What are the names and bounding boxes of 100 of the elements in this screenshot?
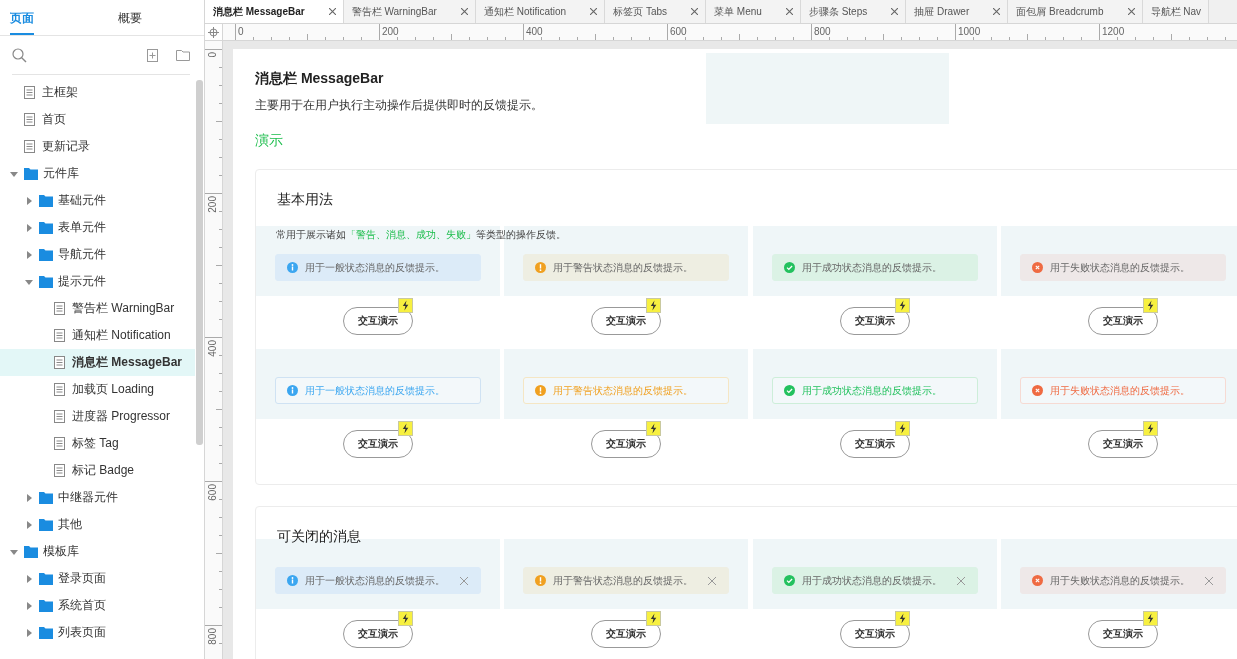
info-icon (287, 575, 298, 586)
tree-item[interactable]: 主框架 (0, 79, 195, 106)
close-icon[interactable] (691, 8, 699, 15)
demo-button[interactable]: 交互演示 (591, 307, 662, 335)
tree-item[interactable]: 导航元件 (0, 241, 195, 268)
tree-item[interactable]: 加载页 Loading (0, 376, 195, 403)
close-icon[interactable] (328, 8, 336, 15)
page-icon (24, 86, 35, 99)
tree-item[interactable]: 列表页面 (0, 619, 195, 646)
close-icon[interactable] (1204, 576, 1213, 585)
tree-item[interactable]: 消息栏 MessageBar (0, 349, 195, 376)
document-tab[interactable]: 消息栏 MessageBar (205, 0, 344, 23)
close-icon[interactable] (785, 8, 793, 15)
caret-icon[interactable] (25, 196, 33, 205)
caret-icon[interactable] (25, 250, 33, 259)
folder-icon (39, 491, 53, 504)
demo-button[interactable]: 交互演示 (839, 620, 910, 648)
section-heading: 演示 (255, 131, 284, 149)
demo-button[interactable]: 交互演示 (591, 430, 662, 458)
close-icon[interactable] (460, 8, 468, 15)
tab-label: 消息栏 MessageBar (213, 4, 305, 19)
close-icon[interactable] (1127, 8, 1135, 15)
sidebar-tab[interactable]: 页面 (10, 10, 34, 35)
ruler-label: 0 (238, 26, 244, 37)
crosshair-icon[interactable] (208, 26, 219, 38)
lightning-icon (1142, 611, 1158, 626)
tree-item[interactable]: 中继器元件 (0, 484, 195, 511)
message-text: 用于失败状态消息的反馈提示。 (1049, 573, 1190, 588)
close-icon[interactable] (891, 8, 899, 15)
tab-label: 步骤条 Steps (808, 4, 868, 19)
tree-item[interactable]: 标签 Tag (0, 430, 195, 457)
caret-icon[interactable] (25, 493, 33, 502)
scrollbar[interactable] (196, 80, 203, 445)
close-icon[interactable] (590, 8, 598, 15)
ruler-label: 0 (207, 52, 218, 58)
page-icon (54, 410, 65, 423)
lightning-icon (646, 421, 662, 436)
tab-label: 导航栏 Nav (1150, 4, 1202, 19)
tree-item[interactable]: 提示元件 (0, 268, 195, 295)
caret-icon[interactable] (25, 628, 33, 637)
folder-icon (39, 572, 53, 585)
lightning-icon (894, 421, 910, 436)
demo-button[interactable]: 交互演示 (839, 430, 910, 458)
close-icon[interactable] (956, 576, 965, 585)
caret-icon[interactable] (25, 601, 33, 610)
tree-item[interactable]: 模板库 (0, 538, 195, 565)
message-text: 用于一般状态消息的反馈提示。 (305, 260, 445, 275)
caret-icon[interactable] (25, 574, 33, 583)
demo-button[interactable]: 交互演示 (343, 620, 413, 648)
tree-item[interactable]: 标记 Badge (0, 457, 195, 484)
tree-item[interactable]: 警告栏 WarningBar (0, 295, 195, 322)
message-text: 用于一般状态消息的反馈提示。 (305, 383, 445, 398)
page-icon (54, 356, 65, 369)
tree-item[interactable]: 更新记录 (0, 133, 195, 160)
info-icon (287, 385, 298, 396)
caret-icon[interactable] (10, 169, 18, 178)
warning-icon (535, 262, 547, 273)
caret-icon[interactable] (25, 520, 33, 529)
tree-item[interactable]: 进度器 Progressor (0, 403, 195, 430)
folder-icon[interactable] (176, 49, 190, 61)
message-text: 用于成功状态消息的反馈提示。 (801, 573, 942, 588)
tab-label: 警告栏 WarningBar (351, 4, 437, 19)
caret-icon[interactable] (10, 547, 18, 556)
close-icon[interactable] (993, 8, 1001, 15)
ruler-label: 600 (670, 26, 687, 37)
sidebar-tab[interactable]: 概要 (118, 10, 142, 35)
tree-item[interactable]: 系统首页 (0, 592, 195, 619)
caret-icon[interactable] (25, 223, 33, 232)
message-text: 用于警告状态消息的反馈提示。 (553, 260, 694, 275)
folder-icon (39, 248, 53, 261)
info-icon (287, 262, 298, 273)
lightning-icon (894, 298, 910, 313)
tree-item[interactable]: 登录页面 (0, 565, 195, 592)
page-icon (54, 464, 65, 477)
tree-item[interactable]: 通知栏 Notification (0, 322, 195, 349)
demo-button[interactable]: 交互演示 (591, 620, 662, 648)
message-text: 用于成功状态消息的反馈提示。 (801, 260, 942, 275)
demo-button[interactable]: 交互演示 (839, 307, 910, 335)
tree-item[interactable]: 其他 (0, 511, 195, 538)
tree-item[interactable]: 元件库 (0, 160, 195, 187)
error-icon (1031, 385, 1043, 396)
tree-item[interactable]: 基础元件 (0, 187, 195, 214)
add-page-icon[interactable] (147, 48, 158, 62)
demo-button[interactable]: 交互演示 (1087, 620, 1158, 648)
tab-label: 面包屑 Breadcrumb (1016, 4, 1104, 19)
demo-button[interactable]: 交互演示 (1087, 307, 1158, 335)
page-title: 消息栏 MessageBar (255, 69, 385, 87)
ruler-label: 800 (814, 26, 831, 37)
demo-button[interactable]: 交互演示 (343, 307, 413, 335)
tree-item[interactable]: 表单元件 (0, 214, 195, 241)
tree-item[interactable]: 首页 (0, 106, 195, 133)
card-title: 基本用法 (276, 190, 333, 207)
demo-button[interactable]: 交互演示 (1087, 430, 1158, 458)
close-icon[interactable] (460, 576, 468, 585)
close-icon[interactable] (708, 576, 717, 585)
caret-icon[interactable] (25, 277, 33, 286)
ruler-label: 200 (207, 196, 218, 213)
search-icon[interactable] (12, 47, 27, 63)
demo-button[interactable]: 交互演示 (343, 430, 413, 458)
folder-icon (24, 167, 38, 180)
